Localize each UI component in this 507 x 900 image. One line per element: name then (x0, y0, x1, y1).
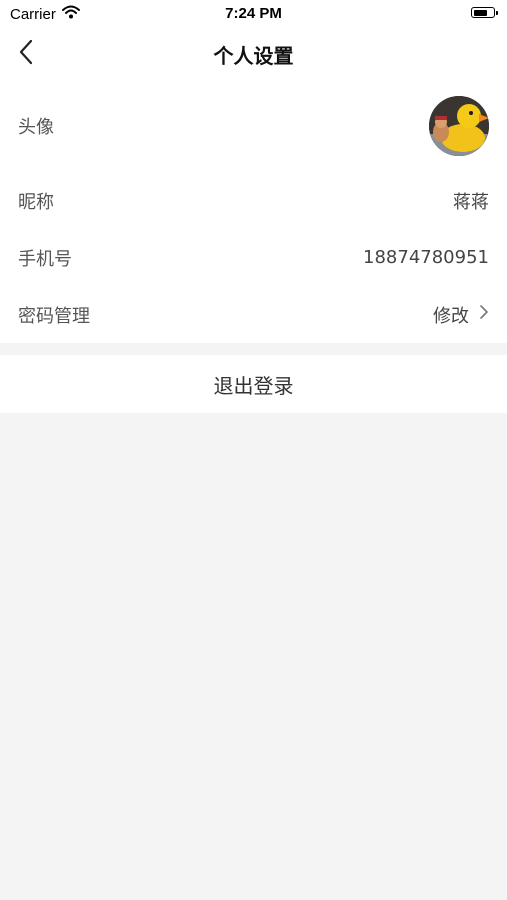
battery-level (473, 9, 487, 16)
chevron-right-icon (479, 304, 489, 325)
nickname-row[interactable]: 昵称 蒋蒋 (0, 172, 507, 229)
logout-label: 退出登录 (213, 373, 294, 398)
avatar-label: 头像 (18, 117, 54, 138)
avatar[interactable] (429, 96, 489, 156)
top-area: Carrier 7:24 PM 个人设置 (0, 0, 507, 80)
settings-list: 头像 昵称 蒋蒋 手机号 18874780951 密码管理 修改 (0, 80, 507, 343)
phone-label: 手机号 (18, 248, 72, 270)
password-label: 密码管理 (18, 305, 90, 327)
phone-value: 18874780951 (363, 247, 489, 268)
status-right (471, 7, 498, 18)
status-time: 7:24 PM (225, 5, 282, 22)
nickname-value: 蒋蒋 (453, 191, 489, 213)
logout-button[interactable]: 退出登录 (0, 355, 507, 413)
password-row[interactable]: 密码管理 修改 (0, 286, 507, 343)
avatar-image (429, 96, 489, 156)
phone-row[interactable]: 手机号 18874780951 (0, 229, 507, 286)
password-action[interactable]: 修改 (433, 302, 489, 328)
password-action-label: 修改 (433, 305, 469, 327)
avatar-row[interactable]: 头像 (0, 80, 507, 172)
section-divider (0, 343, 507, 355)
status-bar: Carrier 7:24 PM (0, 0, 507, 28)
nav-bar: 个人设置 (0, 28, 507, 80)
battery-icon (471, 7, 498, 18)
page-title: 个人设置 (213, 44, 294, 68)
nickname-label: 昵称 (18, 191, 54, 213)
